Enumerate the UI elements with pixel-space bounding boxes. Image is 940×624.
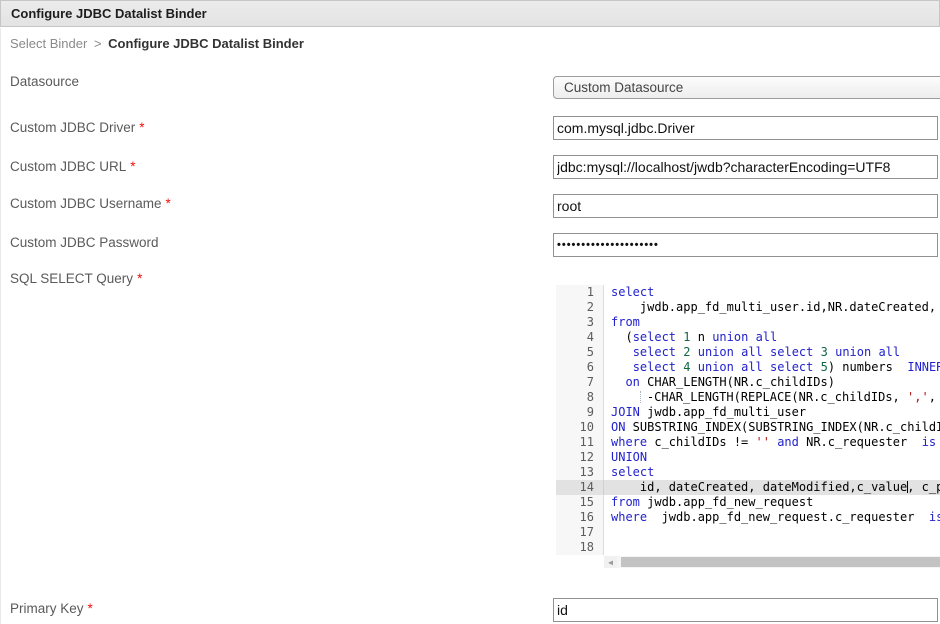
required-asterisk: *	[139, 120, 144, 135]
jdbc-url-input[interactable]	[553, 155, 938, 179]
line-number: 6	[556, 360, 604, 375]
datasource-label: Datasource	[10, 74, 79, 89]
breadcrumb-current: Configure JDBC Datalist Binder	[108, 36, 304, 51]
code-line-5: 5 select 2 union all select 3 union all	[556, 345, 940, 360]
line-number: 16	[556, 510, 604, 525]
scroll-left-arrow-icon[interactable]: ◀	[604, 556, 617, 568]
code-line-14: 14 id, dateCreated, dateModified,c_value…	[556, 480, 940, 495]
code-line-13: 13select	[556, 465, 940, 480]
code-line-9: 9JOIN jwdb.app_fd_multi_user	[556, 405, 940, 420]
line-number: 1	[556, 285, 604, 300]
sql-query-label: SQL SELECT Query*	[10, 271, 142, 286]
line-number: 11	[556, 435, 604, 450]
code-line-8: 8 -CHAR_LENGTH(REPLACE(NR.c_childIDs, ',…	[556, 390, 940, 405]
scrollbar-thumb[interactable]	[621, 557, 940, 567]
code-line-17: 17	[556, 525, 940, 540]
code-line-12: 12UNION	[556, 450, 940, 465]
jdbc-driver-label: Custom JDBC Driver*	[10, 120, 145, 135]
page-title: Configure JDBC Datalist Binder	[11, 6, 207, 21]
editor-horizontal-scrollbar[interactable]: ◀	[604, 556, 940, 568]
form-left-border	[0, 28, 1, 624]
tab-indent-marker	[640, 391, 647, 403]
configure-jdbc-datalist-binder-page: Configure JDBC Datalist Binder Select Bi…	[0, 0, 940, 624]
line-number: 13	[556, 465, 604, 480]
jdbc-username-input[interactable]	[553, 194, 938, 218]
breadcrumb-select-binder[interactable]: Select Binder	[10, 36, 87, 51]
sql-editor-lines: 1select2 jwdb.app_fd_multi_user.id,NR.da…	[556, 285, 940, 555]
code-line-1: 1select	[556, 285, 940, 300]
required-asterisk: *	[88, 601, 93, 616]
code-line-18: 18	[556, 540, 940, 555]
line-number: 12	[556, 450, 604, 465]
line-number: 9	[556, 405, 604, 420]
code-line-6: 6 select 4 union all select 5) numbers I…	[556, 360, 940, 375]
line-number: 8	[556, 390, 604, 405]
line-number: 4	[556, 330, 604, 345]
line-number: 5	[556, 345, 604, 360]
code-line-11: 11where c_childIDs != '' and NR.c_reques…	[556, 435, 940, 450]
breadcrumb-separator: >	[91, 36, 105, 51]
line-number: 7	[556, 375, 604, 390]
line-number: 17	[556, 525, 604, 540]
line-number: 14	[556, 480, 604, 495]
sql-query-editor[interactable]: 1select2 jwdb.app_fd_multi_user.id,NR.da…	[556, 283, 940, 570]
jdbc-password-label: Custom JDBC Password	[10, 235, 159, 250]
code-line-3: 3from	[556, 315, 940, 330]
code-line-16: 16where jwdb.app_fd_new_request.c_reques…	[556, 510, 940, 525]
code-line-7: 7 on CHAR_LENGTH(NR.c_childIDs)	[556, 375, 940, 390]
breadcrumb: Select Binder > Configure JDBC Datalist …	[10, 36, 304, 51]
primary-key-label: Primary Key*	[10, 601, 93, 616]
code-line-10: 10ON SUBSTRING_INDEX(SUBSTRING_INDEX(NR.…	[556, 420, 940, 435]
dialog-header: Configure JDBC Datalist Binder	[0, 0, 940, 27]
jdbc-driver-input[interactable]	[553, 116, 938, 140]
code-line-2: 2 jwdb.app_fd_multi_user.id,NR.dateCreat…	[556, 300, 940, 315]
primary-key-input[interactable]	[553, 598, 938, 622]
line-number: 18	[556, 540, 604, 555]
required-asterisk: *	[137, 271, 142, 286]
jdbc-password-input[interactable]	[553, 233, 938, 257]
datasource-select[interactable]: Custom Datasource	[553, 76, 940, 99]
required-asterisk: *	[166, 196, 171, 211]
code-line-15: 15from jwdb.app_fd_new_request	[556, 495, 940, 510]
required-asterisk: *	[130, 159, 135, 174]
jdbc-username-label: Custom JDBC Username*	[10, 196, 171, 211]
scrollbar-track[interactable]	[617, 556, 940, 568]
line-number: 2	[556, 300, 604, 315]
line-number: 10	[556, 420, 604, 435]
datasource-selected-value: Custom Datasource	[564, 80, 683, 95]
line-number: 3	[556, 315, 604, 330]
jdbc-url-label: Custom JDBC URL*	[10, 159, 136, 174]
code-line-4: 4 (select 1 n union all	[556, 330, 940, 345]
line-number: 15	[556, 495, 604, 510]
